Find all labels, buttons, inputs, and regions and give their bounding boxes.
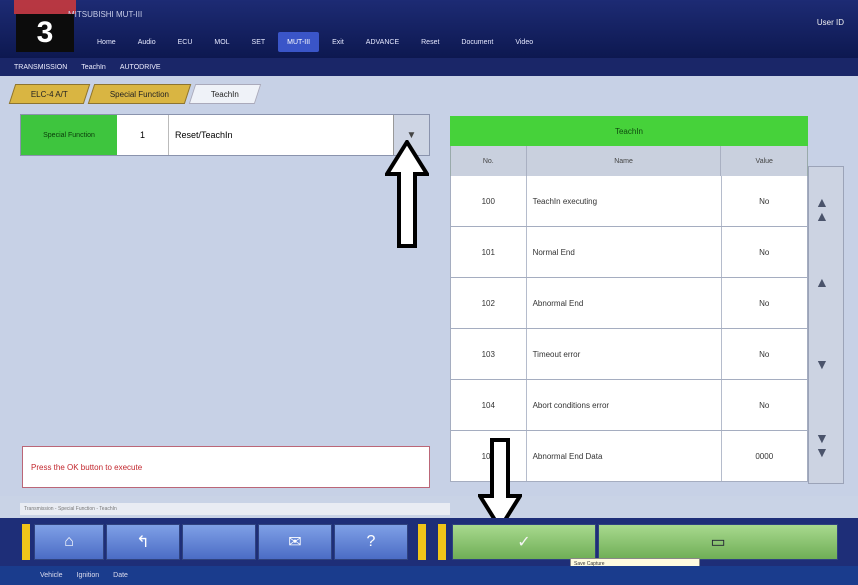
cell-no: 103	[451, 329, 527, 379]
cell-value: No	[759, 247, 770, 257]
back-icon: ↰	[136, 534, 150, 551]
nav-reset[interactable]: Reset	[412, 32, 448, 52]
column-header-value: Value	[755, 157, 773, 165]
cell-value: No	[759, 298, 770, 308]
check-icon: ✓	[517, 534, 531, 551]
cell-name: Timeout error	[527, 329, 722, 379]
taskbar: Vehicle Ignition Date	[0, 566, 858, 585]
function-label: Special Function	[21, 115, 117, 155]
nav-exit[interactable]: Exit	[323, 32, 353, 52]
table-header-row: No. Name Value	[450, 146, 808, 176]
page-down-icon[interactable]: ▼ ▼	[815, 431, 829, 459]
nav-set[interactable]: SET	[243, 32, 275, 52]
main-content: ELC-4 A/T Special Function TeachIn Speci…	[0, 76, 858, 530]
nav-ecu[interactable]: ECU	[169, 32, 202, 52]
chevron-down-icon: ▼	[406, 129, 417, 141]
function-selector: Special Function 1 Reset/TeachIn ▼	[20, 114, 430, 156]
breadcrumb-item: TeachIn	[81, 63, 106, 71]
tab-label: Special Function	[109, 89, 170, 99]
status-line: Transmission - Special Function - TeachI…	[20, 503, 450, 515]
breadcrumb: TRANSMISSION TeachIn AUTODRIVE	[0, 58, 858, 76]
brand-logo	[14, 0, 76, 14]
table-row[interactable]: 100 TeachIn executing No	[450, 176, 808, 227]
arrow-down-icon	[478, 438, 522, 530]
help-button[interactable]: ?	[334, 524, 408, 560]
arrow-up-icon	[385, 140, 429, 248]
bottom-toolbar: ⌂ ↰ ✉ ? ✓ ▭	[0, 518, 858, 566]
cell-no: 100	[451, 176, 527, 226]
table-row[interactable]: 103 Timeout error No	[450, 329, 808, 380]
home-icon: ⌂	[64, 533, 74, 550]
nav-menu: Home Audio ECU MOL SET MUT-III Exit ADVA…	[88, 32, 542, 52]
ok-button[interactable]: ✓	[452, 524, 596, 560]
tab-label: TeachIn	[211, 89, 240, 99]
cell-value: No	[759, 196, 770, 206]
nav-audio[interactable]: Audio	[129, 32, 165, 52]
nav-mut3[interactable]: MUT-III	[278, 32, 320, 52]
tab-label: ELC-4 A/T	[31, 89, 68, 99]
cell-no: 102	[451, 278, 527, 328]
tab-elc4-at[interactable]: ELC-4 A/T	[8, 84, 91, 104]
title-bar: MITSUBISHI MUT-III 3 Home Audio ECU MOL …	[0, 0, 858, 58]
cell-name: Abnormal End Data	[527, 431, 722, 481]
function-select-value[interactable]: Reset/TeachIn	[169, 115, 393, 155]
home-button[interactable]: ⌂	[34, 524, 104, 560]
cell-value: No	[759, 349, 770, 359]
cell-name: Abort conditions error	[527, 380, 722, 430]
line-down-icon[interactable]: ▼	[815, 357, 829, 371]
function-number: 1	[117, 115, 169, 155]
mut3-logo: 3	[16, 14, 74, 52]
taskbar-item: Ignition	[76, 572, 100, 579]
taskbar-item: Date	[113, 572, 128, 579]
table-title: TeachIn	[450, 116, 808, 146]
scrollbar[interactable]: ▲ ▲ ▲ ▼ ▼ ▼	[808, 166, 844, 484]
page-up-icon[interactable]: ▲ ▲	[815, 195, 829, 223]
capture-button[interactable]: ▭	[598, 524, 838, 560]
data-table: TeachIn No. Name Value 100 TeachIn execu…	[450, 116, 808, 482]
envelope-icon: ✉	[288, 534, 302, 551]
user-info: User ID	[816, 18, 844, 27]
column-header-name: Name	[527, 146, 722, 176]
table-row[interactable]: 104 Abort conditions error No	[450, 380, 808, 431]
app-title: MITSUBISHI MUT-III	[68, 10, 143, 19]
cell-name: Abnormal End	[527, 278, 722, 328]
separator	[418, 524, 426, 560]
column-header-no: No.	[451, 146, 527, 176]
tab-bar: ELC-4 A/T Special Function TeachIn	[8, 84, 262, 104]
cell-no: 104	[451, 380, 527, 430]
tab-special-function[interactable]: Special Function	[87, 84, 192, 104]
cell-name: TeachIn executing	[527, 176, 722, 226]
separator	[22, 524, 30, 560]
table-row[interactable]: 101 Normal End No	[450, 227, 808, 278]
help-icon: ?	[366, 533, 376, 550]
cell-value: No	[759, 400, 770, 410]
back-button[interactable]: ↰	[106, 524, 180, 560]
cell-value: 0000	[755, 451, 774, 461]
nav-document[interactable]: Document	[452, 32, 502, 52]
print-button[interactable]: ✉	[258, 524, 332, 560]
nav-home[interactable]: Home	[88, 32, 125, 52]
status-message: Press the OK button to execute	[22, 446, 430, 488]
nav-mol[interactable]: MOL	[205, 32, 238, 52]
breadcrumb-item: AUTODRIVE	[119, 63, 161, 71]
taskbar-item: Vehicle	[40, 572, 63, 579]
screen-capture-icon: ▭	[710, 534, 726, 551]
blank-button[interactable]	[182, 524, 256, 560]
breadcrumb-item: TRANSMISSION	[14, 63, 68, 71]
nav-advance[interactable]: ADVANCE	[357, 32, 408, 52]
line-up-icon[interactable]: ▲	[815, 275, 829, 289]
table-row[interactable]: 102 Abnormal End No	[450, 278, 808, 329]
cell-no: 101	[451, 227, 527, 277]
separator	[438, 524, 446, 560]
tab-teachin[interactable]: TeachIn	[188, 84, 262, 104]
nav-video[interactable]: Video	[506, 32, 542, 52]
cell-name: Normal End	[527, 227, 722, 277]
